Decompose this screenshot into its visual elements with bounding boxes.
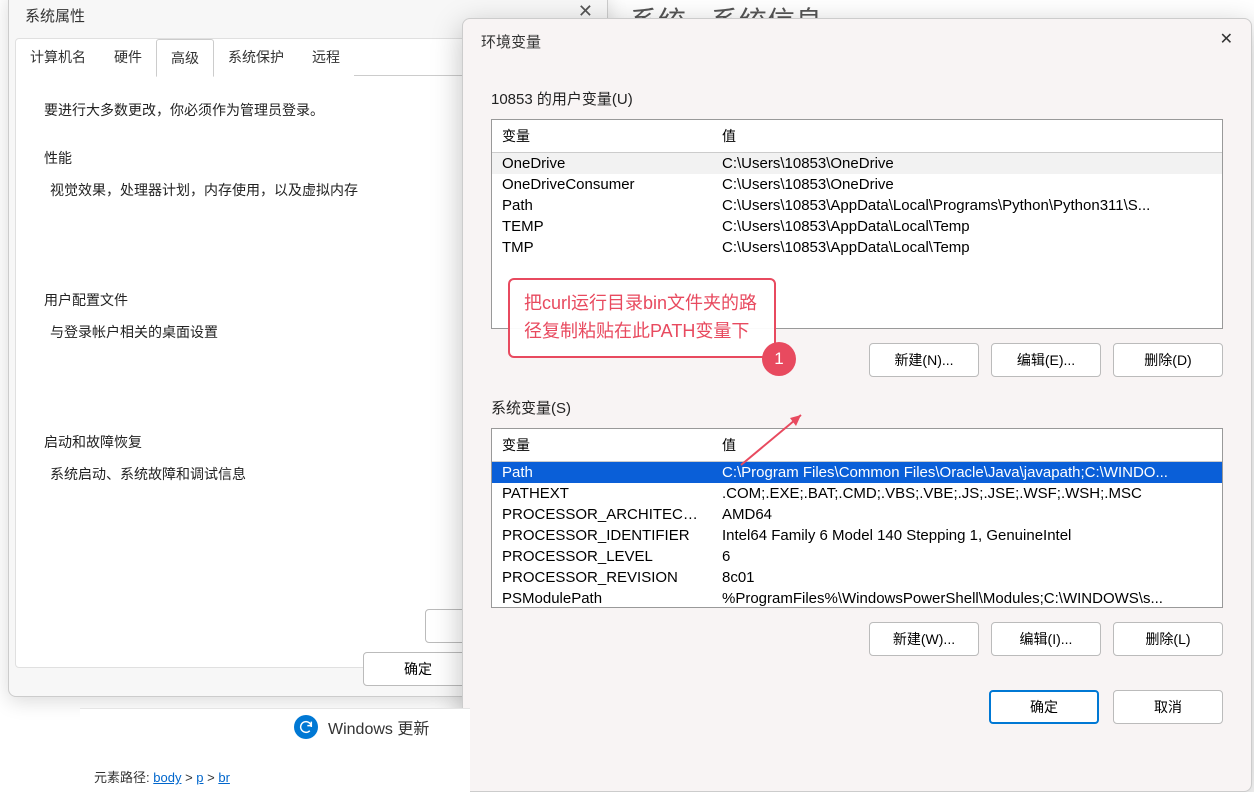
var-value: Intel64 Family 6 Model 140 Stepping 1, G… [712, 525, 1222, 546]
table-row[interactable]: OneDriveC:\Users\10853\OneDrive [492, 153, 1222, 175]
close-icon[interactable]: ✕ [1220, 29, 1233, 49]
var-name: PSModulePath [492, 588, 712, 608]
edit-button[interactable]: 编辑(I)... [991, 622, 1101, 656]
table-row[interactable]: PATHEXT.COM;.EXE;.BAT;.CMD;.VBS;.VBE;.JS… [492, 483, 1222, 504]
var-name: PATHEXT [492, 483, 712, 504]
table-row[interactable]: TEMPC:\Users\10853\AppData\Local\Temp [492, 216, 1222, 237]
elpath-p-link[interactable]: p [196, 770, 203, 785]
table-row[interactable]: PROCESSOR_ARCHITECTUREAMD64 [492, 504, 1222, 525]
table-row[interactable]: TMPC:\Users\10853\AppData\Local\Temp [492, 237, 1222, 258]
var-value: C:\Users\10853\OneDrive [712, 174, 1222, 195]
dialog-title: 环境变量 [463, 19, 1251, 64]
var-value: C:\Users\10853\AppData\Local\Temp [712, 216, 1222, 237]
tab-remote[interactable]: 远程 [298, 39, 354, 76]
environment-variables-dialog: 环境变量 ✕ 10853 的用户变量(U) 变量 值 OneDriveC:\Us… [462, 18, 1252, 792]
delete-button[interactable]: 删除(L) [1113, 622, 1223, 656]
var-name: OneDrive [492, 153, 712, 175]
elpath-br-link[interactable]: br [218, 770, 230, 785]
edit-button[interactable]: 编辑(E)... [991, 343, 1101, 377]
ok-button[interactable]: 确定 [363, 652, 473, 686]
new-button[interactable]: 新建(N)... [869, 343, 979, 377]
var-value: 8c01 [712, 567, 1222, 588]
tab-hardware[interactable]: 硬件 [100, 39, 156, 76]
sys-vars-list[interactable]: 变量 值 PathC:\Program Files\Common Files\O… [491, 428, 1223, 608]
sync-icon [294, 715, 318, 739]
table-row[interactable]: PathC:\Users\10853\AppData\Local\Program… [492, 195, 1222, 216]
var-value: C:\Users\10853\AppData\Local\Programs\Py… [712, 195, 1222, 216]
windows-update-label: Windows 更新 [328, 715, 429, 739]
table-row[interactable]: OneDriveConsumerC:\Users\10853\OneDrive [492, 174, 1222, 195]
table-row[interactable]: PROCESSOR_REVISION8c01 [492, 567, 1222, 588]
col-variable[interactable]: 变量 [492, 120, 712, 153]
user-vars-label: 10853 的用户变量(U) [491, 88, 1223, 109]
col-variable[interactable]: 变量 [492, 429, 712, 462]
var-name: PROCESSOR_IDENTIFIER [492, 525, 712, 546]
bottom-bar: Windows 更新 元素路径: body > p > br [80, 708, 470, 792]
tab-advanced[interactable]: 高级 [156, 39, 214, 77]
var-name: TEMP [492, 216, 712, 237]
var-value: C:\Users\10853\OneDrive [712, 153, 1222, 175]
var-name: PROCESSOR_ARCHITECTURE [492, 504, 712, 525]
dialog-footer: 确定 取消 [463, 670, 1251, 724]
var-name: PROCESSOR_LEVEL [492, 546, 712, 567]
elpath-body-link[interactable]: body [153, 770, 181, 785]
var-name: Path [492, 462, 712, 484]
elpath-label: 元素路径: [94, 770, 150, 785]
ok-button[interactable]: 确定 [989, 690, 1099, 724]
var-name: OneDriveConsumer [492, 174, 712, 195]
table-row[interactable]: PSModulePath%ProgramFiles%\WindowsPowerS… [492, 588, 1222, 608]
annotation-arrow-icon [706, 410, 806, 510]
var-name: Path [492, 195, 712, 216]
tab-computer-name[interactable]: 计算机名 [16, 39, 100, 76]
table-row[interactable]: PROCESSOR_LEVEL6 [492, 546, 1222, 567]
sys-vars-label: 系统变量(S) [491, 397, 1223, 418]
sys-vars-buttons: 新建(W)... 编辑(I)... 删除(L) [491, 622, 1223, 656]
annotation-text: 把curl运行目录bin文件夹的路径复制粘贴在此PATH变量下 [524, 293, 757, 341]
table-row[interactable]: PathC:\Program Files\Common Files\Oracle… [492, 462, 1222, 484]
var-name: TMP [492, 237, 712, 258]
windows-update-row[interactable]: Windows 更新 [294, 711, 429, 753]
var-name: PROCESSOR_REVISION [492, 567, 712, 588]
delete-button[interactable]: 删除(D) [1113, 343, 1223, 377]
dialog-body: 10853 的用户变量(U) 变量 值 OneDriveC:\Users\108… [463, 64, 1251, 670]
var-value: C:\Users\10853\AppData\Local\Temp [712, 237, 1222, 258]
var-value: 6 [712, 546, 1222, 567]
var-value: %ProgramFiles%\WindowsPowerShell\Modules… [712, 588, 1222, 608]
cancel-button[interactable]: 取消 [1113, 690, 1223, 724]
new-button[interactable]: 新建(W)... [869, 622, 979, 656]
col-value[interactable]: 值 [712, 120, 1222, 153]
tab-system-protection[interactable]: 系统保护 [214, 39, 298, 76]
annotation-callout: 把curl运行目录bin文件夹的路径复制粘贴在此PATH变量下 1 [508, 278, 776, 358]
table-row[interactable]: PROCESSOR_IDENTIFIERIntel64 Family 6 Mod… [492, 525, 1222, 546]
element-path: 元素路径: body > p > br [94, 767, 230, 786]
annotation-badge: 1 [762, 342, 796, 376]
